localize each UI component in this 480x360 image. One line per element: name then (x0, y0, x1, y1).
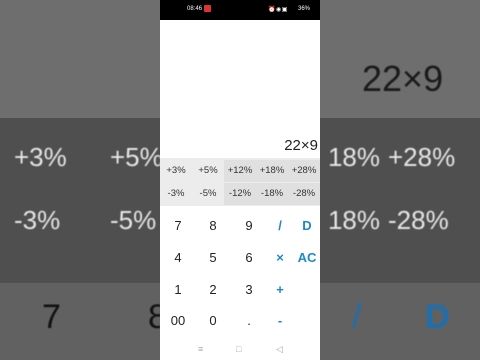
status-time: 08:46 (187, 6, 203, 12)
bg-pct-label: 18% (327, 142, 380, 172)
plus-5-percent-button[interactable]: +5% (192, 160, 224, 182)
key-7[interactable]: 7 (162, 213, 194, 239)
key-2[interactable]: 2 (197, 277, 229, 303)
key-4[interactable]: 4 (162, 245, 194, 271)
key-00[interactable]: 00 (162, 308, 194, 334)
key-3[interactable]: 3 (233, 277, 265, 303)
decimal-point-button[interactable]: . (233, 308, 265, 334)
camera-icon: ▣ (281, 7, 288, 13)
menu-icon[interactable]: ≡ (198, 344, 203, 354)
phone-screen: 08:46 ⏰◉▣ 36% 22×9 +3% +5% +12% +18% +28… (160, 0, 320, 360)
plus-button[interactable]: + (264, 277, 296, 303)
plus-12-percent-button[interactable]: +12% (224, 160, 256, 182)
status-icons: ⏰◉▣ (268, 6, 288, 13)
minus-button[interactable]: - (264, 308, 296, 334)
plus-28-percent-button[interactable]: +28% (288, 160, 320, 182)
bg-pct-label: +5% (110, 142, 160, 172)
key-0[interactable]: 0 (197, 308, 229, 334)
bg-pct-label: -28% (388, 205, 449, 235)
delete-button[interactable]: D (291, 213, 320, 239)
minus-5-percent-button[interactable]: -5% (192, 183, 224, 205)
bg-pct-label: +3% (14, 142, 67, 172)
minus-3-percent-button[interactable]: -3% (160, 183, 192, 205)
minus-28-percent-button[interactable]: -28% (288, 183, 320, 205)
keypad: 7 8 9 / D 4 5 6 × AC 1 2 3 + 00 0 . - (160, 208, 320, 338)
bg-key: 7 (42, 298, 61, 336)
bg-pct-label: 18% (327, 205, 380, 235)
back-icon[interactable]: ◁ (276, 344, 283, 355)
bg-expression: 22×9 (362, 58, 444, 99)
battery-level: 36% (298, 6, 311, 12)
key-9[interactable]: 9 (233, 213, 265, 239)
bg-pct-label: +28% (388, 142, 456, 172)
key-8[interactable]: 8 (197, 213, 229, 239)
bg-pct-label: -3% (14, 205, 61, 235)
percent-row-plus: +3% +5% +12% +18% +28% (160, 160, 320, 182)
alarm-icon: ⏰ (268, 7, 276, 13)
bg-key: / (352, 298, 362, 336)
minus-18-percent-button[interactable]: -18% (256, 183, 288, 205)
navigation-bar: ≡ □ ◁ (160, 340, 320, 360)
key-1[interactable]: 1 (162, 277, 194, 303)
plus-3-percent-button[interactable]: +3% (160, 160, 192, 182)
status-bar: 08:46 ⏰◉▣ 36% (160, 0, 320, 20)
bg-key: 8 (148, 298, 160, 336)
key-5[interactable]: 5 (197, 245, 229, 271)
expression-text: 22×9 (284, 137, 318, 154)
percent-buttons-panel: +3% +5% +12% +18% +28% -3% -5% -12% -18%… (160, 158, 320, 206)
calculator-display: 22×9 (160, 20, 320, 158)
screen-record-icon (204, 5, 211, 12)
bg-pct-label: -5% (110, 205, 157, 235)
percent-row-minus: -3% -5% -12% -18% -28% (160, 183, 320, 205)
home-icon[interactable]: □ (236, 344, 241, 354)
key-6[interactable]: 6 (233, 245, 265, 271)
clear-button[interactable]: AC (291, 245, 320, 271)
minus-12-percent-button[interactable]: -12% (224, 183, 256, 205)
bg-key: D (425, 298, 450, 336)
plus-18-percent-button[interactable]: +18% (256, 160, 288, 182)
